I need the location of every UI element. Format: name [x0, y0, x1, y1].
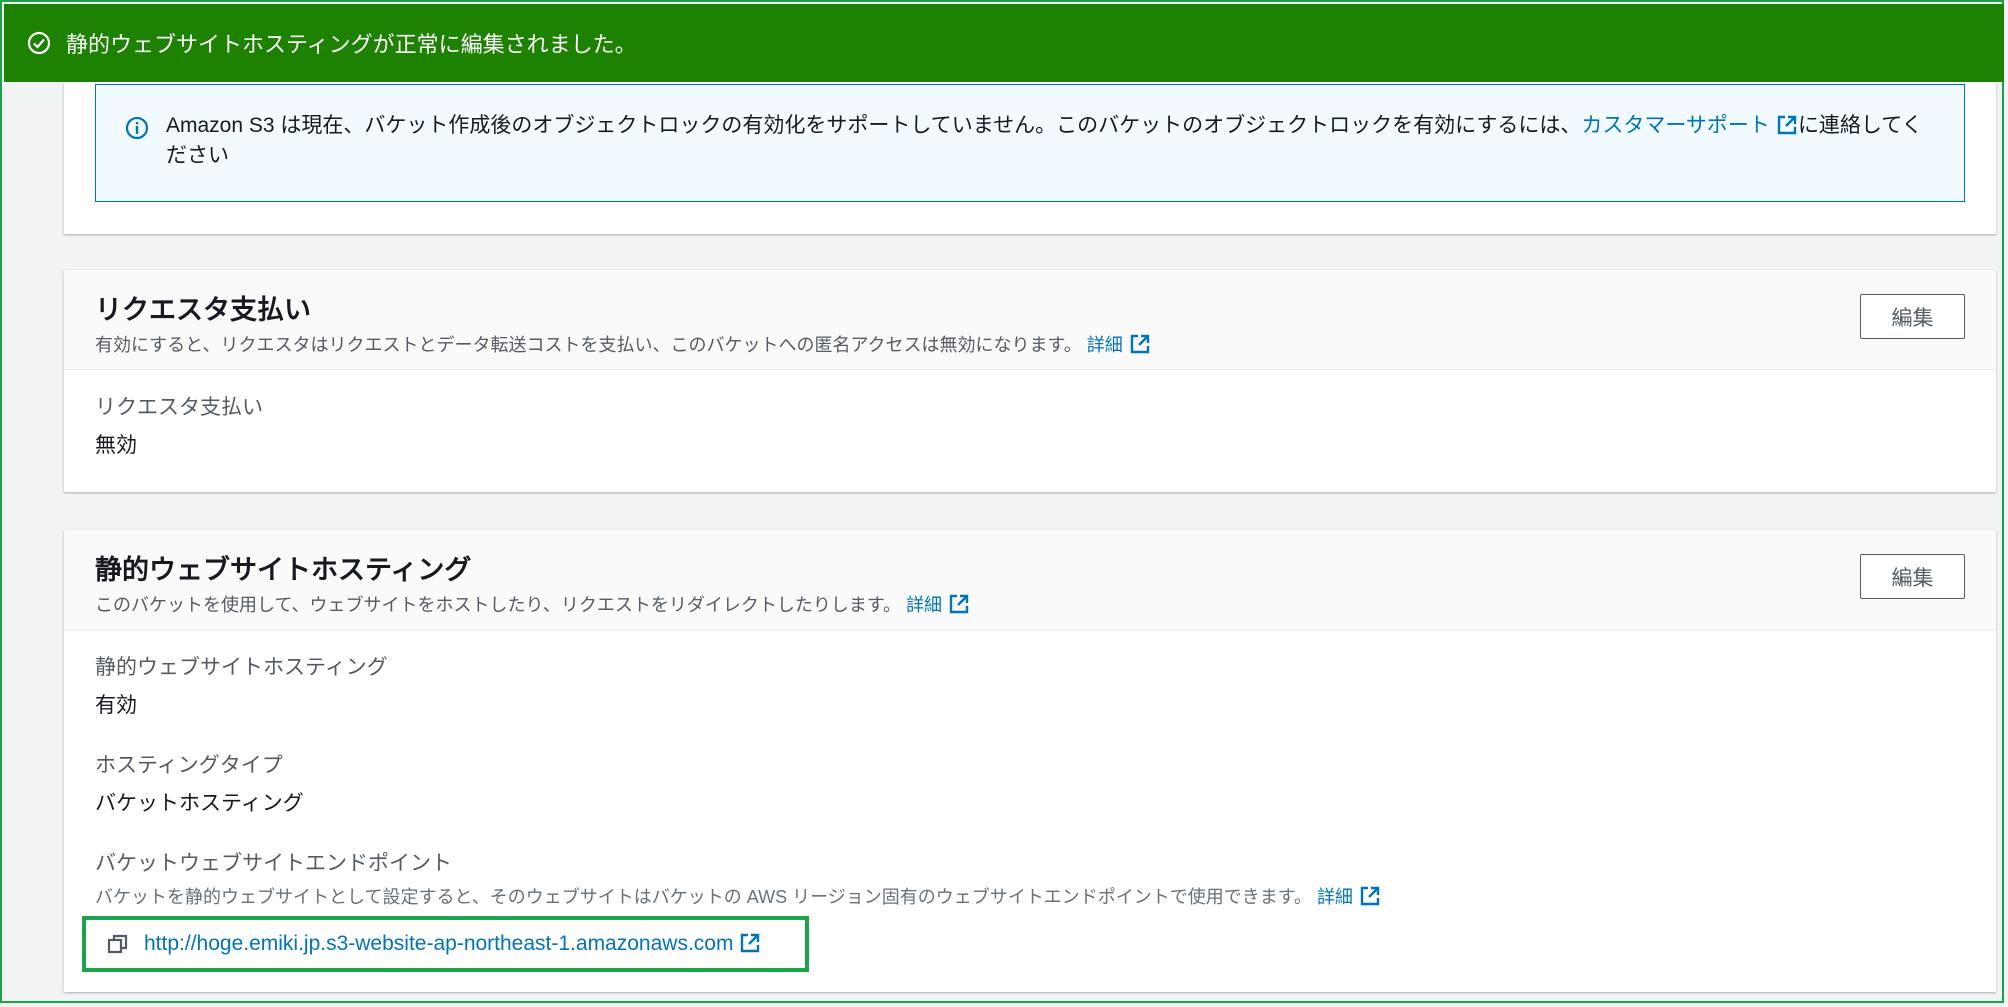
notice-text-before: Amazon S3 は現在、バケット作成後のオブジェクトロックの有効化をサポート… — [166, 114, 1582, 137]
endpoint-highlight-box: http://hoge.emiki.jp.s3-website-ap-north… — [82, 916, 809, 972]
static-hosting-details-link[interactable]: 詳細 — [906, 593, 970, 615]
requester-pays-edit-button[interactable]: 編集 — [1860, 294, 1965, 339]
requester-pays-description: 有効にすると、リクエスタはリクエストとデータ転送コストを支払い、このバケットへの… — [95, 332, 1996, 358]
flash-message: 静的ウェブサイトホスティングが正常に編集されました。 — [66, 32, 637, 57]
object-lock-info-alert: Amazon S3 は現在、バケット作成後のオブジェクトロックの有効化をサポート… — [95, 84, 1965, 202]
requester-pays-field-label: リクエスタ支払い — [95, 396, 263, 419]
requester-pays-field-value: 無効 — [95, 434, 137, 457]
static-hosting-edit-button[interactable]: 編集 — [1860, 554, 1965, 599]
external-link-icon — [739, 932, 761, 954]
customer-support-link[interactable]: カスタマーサポート — [1581, 114, 1798, 137]
static-hosting-description: このバケットを使用して、ウェブサイトをホストしたり、リクエストをリダイレクトした… — [95, 592, 1996, 618]
requester-pays-details-link[interactable]: 詳細 — [1087, 333, 1151, 355]
screenshot-frame: 静的ウェブサイトホスティングが正常に編集されました。 Amazon S3 は現在… — [0, 0, 2004, 1003]
external-link-icon — [1776, 114, 1798, 136]
external-link-icon — [1129, 333, 1151, 355]
static-hosting-title: 静的ウェブサイトホスティング — [95, 555, 472, 585]
requester-pays-card: リクエスタ支払い 有効にすると、リクエスタはリクエストとデータ転送コストを支払い… — [64, 270, 1996, 492]
hosting-status-value: 有効 — [95, 694, 137, 717]
requester-pays-title: リクエスタ支払い — [95, 295, 311, 325]
external-link-icon — [948, 593, 970, 615]
hosting-type-label: ホスティングタイプ — [95, 754, 283, 777]
endpoint-description: バケットを静的ウェブサイトとして設定すると、そのウェブサイトはバケットの AWS… — [95, 884, 1996, 910]
hosting-status-label: 静的ウェブサイトホスティング — [95, 656, 388, 679]
static-hosting-card: 静的ウェブサイトホスティング このバケットを使用して、ウェブサイトをホストしたり… — [64, 530, 1996, 992]
endpoint-label: バケットウェブサイトエンドポイント — [95, 852, 452, 875]
requester-pays-header: リクエスタ支払い 有効にすると、リクエスタはリクエストとデータ転送コストを支払い… — [64, 270, 1996, 370]
object-lock-card: Amazon S3 は現在、バケット作成後のオブジェクトロックの有効化をサポート… — [64, 82, 1996, 234]
static-hosting-header: 静的ウェブサイトホスティング このバケットを使用して、ウェブサイトをホストしたり… — [64, 530, 1996, 630]
external-link-icon — [1359, 885, 1381, 907]
copy-icon[interactable] — [106, 932, 130, 956]
hosting-type-value: バケットホスティング — [95, 792, 304, 815]
endpoint-details-link[interactable]: 詳細 — [1317, 885, 1381, 907]
info-icon — [124, 115, 150, 141]
success-flashbar: 静的ウェブサイトホスティングが正常に編集されました。 — [4, 4, 2004, 82]
endpoint-url-link[interactable]: http://hoge.emiki.jp.s3-website-ap-north… — [144, 932, 761, 956]
check-circle-icon — [26, 30, 52, 56]
